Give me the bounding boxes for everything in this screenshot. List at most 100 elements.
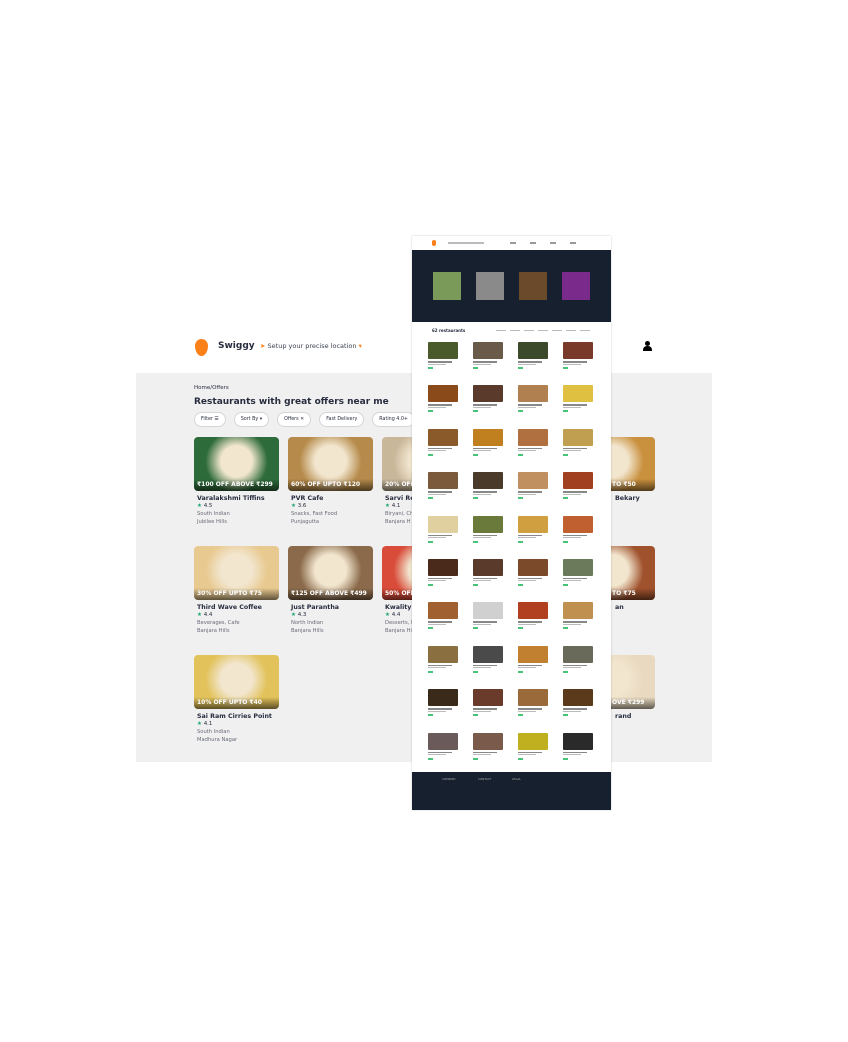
thumb-sub	[563, 667, 581, 669]
restaurant-thumb-card[interactable]	[473, 428, 503, 459]
restaurant-thumb-card[interactable]	[473, 645, 503, 676]
rating-badge	[428, 670, 433, 673]
offer-tile[interactable]	[433, 272, 461, 300]
thumb-title	[473, 447, 497, 450]
rating-badge	[563, 627, 568, 630]
thumb-title	[428, 708, 452, 710]
thumb-image	[428, 342, 458, 359]
restaurant-thumb-card[interactable]	[473, 472, 503, 502]
thumb-image	[563, 602, 593, 620]
restaurant-thumb-card[interactable]	[428, 645, 458, 676]
thumb-image	[428, 515, 458, 533]
breadcrumb[interactable]: Home/Offers	[194, 385, 229, 391]
restaurant-card[interactable]: 60% OFF UPTO ₹120 PVR Cafe ★ 3.6 Snacks, …	[288, 437, 373, 527]
footer-contact: CONTACT	[478, 777, 492, 781]
restaurant-thumb-card[interactable]	[473, 732, 503, 763]
swiggy-logo-icon[interactable]	[195, 339, 208, 356]
restaurant-thumb-card[interactable]	[563, 428, 593, 459]
rating-value: 4.5	[203, 503, 213, 509]
thumb-image	[473, 472, 503, 490]
thumb-image	[473, 558, 503, 576]
restaurant-thumb-card[interactable]	[473, 342, 503, 372]
area: Jubilee Hills	[197, 519, 227, 525]
rating: ★ 4.3	[291, 612, 370, 618]
restaurant-thumb-card[interactable]	[518, 515, 548, 546]
footer: COMPANY CONTACT LEGAL	[412, 772, 611, 810]
thumb-sub	[473, 710, 491, 712]
restaurant-thumb-card[interactable]	[428, 558, 458, 589]
restaurant-card[interactable]: ₹100 OFF ABOVE ₹299 Varalakshmi Tiffins ★…	[194, 437, 279, 527]
rating-badge	[563, 410, 568, 413]
restaurant-thumb-card[interactable]	[563, 732, 593, 763]
restaurant-thumb-card[interactable]	[473, 385, 503, 415]
restaurant-thumb-card[interactable]	[518, 689, 548, 719]
rating-badge	[563, 583, 568, 586]
thumb-title	[563, 621, 587, 623]
restaurant-thumb-card[interactable]	[563, 645, 593, 676]
thumb-title	[563, 534, 587, 537]
offer-label: ₹100 OFF ABOVE ₹299	[194, 479, 279, 491]
restaurant-thumb-card[interactable]	[518, 732, 548, 763]
restaurant-thumb-card[interactable]	[518, 645, 548, 676]
rating-badge	[473, 757, 478, 760]
filter-chip[interactable]: Filter ☰	[194, 412, 226, 427]
thumb-sub	[428, 493, 446, 495]
restaurant-thumb-card[interactable]	[518, 602, 548, 632]
restaurant-thumb-card[interactable]	[518, 472, 548, 502]
rating: ★ 4.5	[197, 503, 276, 509]
restaurant-card[interactable]: 10% OFF UPTO ₹40 Sai Ram Cirries Point ★ …	[194, 655, 279, 745]
rating: ★ 4.4	[197, 612, 276, 618]
thumb-title	[473, 404, 497, 406]
restaurant-thumb-card[interactable]	[428, 515, 458, 546]
restaurant-thumb-card[interactable]	[428, 428, 458, 459]
user-icon[interactable]	[643, 341, 652, 351]
restaurant-thumb-card[interactable]	[428, 732, 458, 763]
restaurant-thumb-card[interactable]	[563, 689, 593, 719]
restaurant-thumb-card[interactable]	[473, 515, 503, 546]
thumb-image	[518, 472, 548, 490]
filter-chip[interactable]: Rating 4.0+	[372, 412, 415, 427]
thumb-sub	[428, 580, 446, 582]
thumb-sub	[473, 623, 491, 625]
offer-tile[interactable]	[562, 272, 590, 300]
restaurant-thumb-card[interactable]	[563, 602, 593, 632]
restaurant-card[interactable]: ₹125 OFF ABOVE ₹499 Just Parantha ★ 4.3 N…	[288, 546, 373, 636]
rating-badge	[473, 453, 478, 456]
restaurant-thumb-card[interactable]	[428, 385, 458, 415]
restaurant-thumb-card[interactable]	[428, 602, 458, 632]
restaurant-thumb-card[interactable]	[428, 689, 458, 719]
thumb-sub	[518, 363, 536, 365]
offer-tile[interactable]	[476, 272, 504, 300]
filter-chip[interactable]: Fast Delivery	[319, 412, 365, 427]
restaurant-thumb-card[interactable]	[518, 428, 548, 459]
filter-chip[interactable]: Sort By ▾	[233, 412, 270, 427]
restaurant-thumb-card[interactable]	[518, 342, 548, 372]
filter-chip[interactable]: Offers ✕	[277, 412, 312, 427]
brand-name[interactable]: Swiggy	[218, 341, 255, 351]
offer-tile[interactable]	[519, 272, 547, 300]
restaurant-thumb-card[interactable]	[473, 689, 503, 719]
thumb-sub	[473, 537, 491, 539]
restaurant-thumb-card[interactable]	[563, 385, 593, 415]
restaurant-thumb-card[interactable]	[428, 472, 458, 502]
restaurant-thumb-card[interactable]	[563, 472, 593, 502]
thumb-image	[428, 602, 458, 620]
restaurant-thumb-card[interactable]	[563, 515, 593, 546]
location-selector[interactable]: ➤ Setup your precise location ▾	[260, 342, 362, 350]
restaurant-thumb-card[interactable]	[428, 342, 458, 372]
thumb-image	[563, 472, 593, 490]
thumb-title	[518, 621, 542, 623]
rating-badge	[473, 367, 478, 369]
restaurant-thumb-card[interactable]	[563, 558, 593, 589]
restaurant-thumb-card[interactable]	[473, 602, 503, 632]
page-title: Restaurants with great offers near me	[194, 397, 389, 407]
restaurant-thumb-card[interactable]	[518, 385, 548, 415]
rating-badge	[473, 583, 478, 586]
restaurant-thumb-card[interactable]	[518, 558, 548, 589]
restaurant-thumb-card[interactable]	[563, 342, 593, 372]
thumb-image	[428, 558, 458, 576]
thumb-title	[563, 577, 587, 580]
restaurant-card[interactable]: 30% OFF UPTO ₹75 Third Wave Coffee ★ 4.4 …	[194, 546, 279, 636]
restaurant-thumb-card[interactable]	[473, 558, 503, 589]
rating: ★ 4.1	[197, 721, 276, 727]
